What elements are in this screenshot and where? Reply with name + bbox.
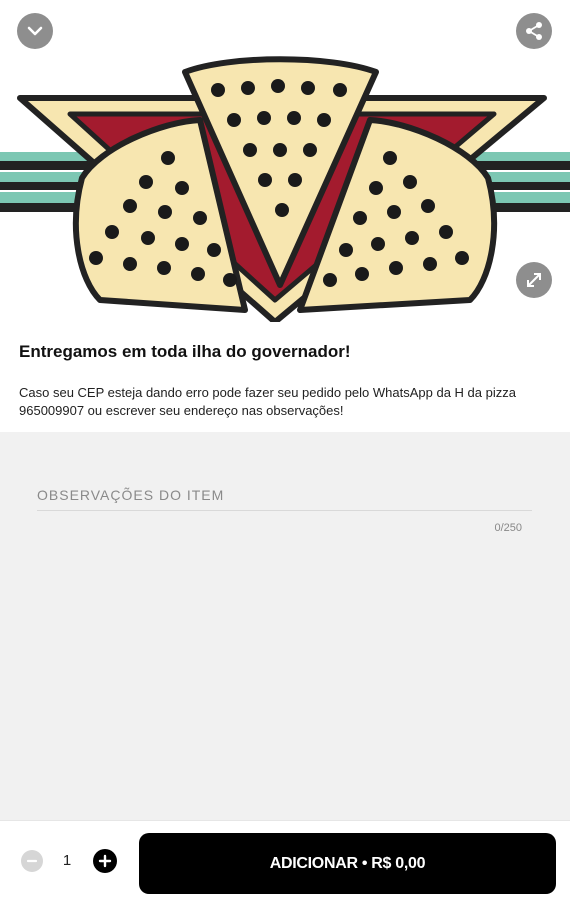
- item-title: Entregamos em toda ilha do governador!: [19, 342, 351, 361]
- chevron-down-icon: [27, 26, 43, 36]
- product-image: [0, 0, 570, 322]
- decrease-quantity-button[interactable]: [21, 850, 43, 872]
- pizza-illustration: [0, 56, 570, 322]
- plus-icon: [98, 854, 112, 868]
- share-button[interactable]: [516, 13, 552, 49]
- share-icon: [526, 22, 542, 40]
- observations-section: 0/250: [0, 432, 570, 820]
- expand-image-button[interactable]: [516, 262, 552, 298]
- collapse-button[interactable]: [17, 13, 53, 49]
- quantity-value: 1: [62, 852, 72, 869]
- expand-icon: [527, 273, 541, 287]
- observations-input[interactable]: [37, 480, 532, 511]
- add-to-cart-bar: 1 ADICIONAR • R$ 0,00: [0, 820, 570, 901]
- character-counter: 0/250: [494, 522, 522, 534]
- add-button-label: ADICIONAR • R$ 0,00: [269, 854, 426, 872]
- increase-quantity-button[interactable]: [93, 849, 117, 873]
- item-description: Caso seu CEP esteja dando erro pode faze…: [19, 385, 516, 418]
- minus-icon: [26, 859, 38, 863]
- add-to-cart-button[interactable]: ADICIONAR • R$ 0,00: [139, 833, 556, 894]
